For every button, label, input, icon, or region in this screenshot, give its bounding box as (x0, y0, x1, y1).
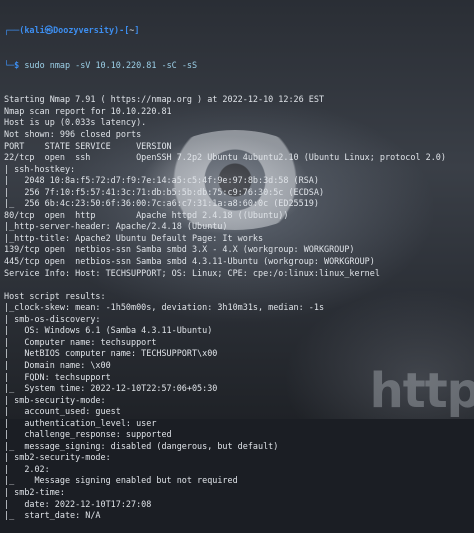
output-line: | FQDN: techsupport (4, 371, 111, 382)
output-line: | OS: Windows 6.1 (Samba 4.3.11-Ubuntu) (4, 325, 213, 336)
output-line: | NetBIOS computer name: TECHSUPPORT\x00 (4, 348, 218, 359)
output-line: |_ Message signing enabled but not requi… (4, 475, 238, 486)
prompt-separator: )-[ (114, 25, 130, 36)
output-line: Not shown: 996 closed ports (4, 129, 142, 140)
output-line: | 2048 10:8a:f5:72:d7:f9:7e:14:a5:c5:4f:… (4, 175, 319, 186)
output-line: |_ message_signing: disabled (dangerous,… (4, 440, 279, 451)
output-line: 445/tcp open netbios-ssn Samba smbd 4.3.… (4, 256, 375, 267)
output-line: | smb2-security-mode: (4, 452, 111, 463)
terminal-output: Starting Nmap 7.91 ( https://nmap.org ) … (4, 94, 474, 521)
output-line: 22/tcp open ssh OpenSSH 7.2p2 Ubuntu 4ub… (4, 152, 446, 163)
output-line: PORT STATE SERVICE VERSION (4, 140, 172, 151)
output-line: |_ start_date: N/A (4, 510, 101, 521)
prompt-line-1: ┌──(kali㉿Doozyversity)-[~] (4, 25, 474, 37)
prompt-user-host: kali㉿Doozyversity (24, 25, 115, 36)
output-line: | Computer name: techsupport (4, 336, 157, 347)
output-line: |_ System time: 2022-12-10T22:57:06+05:3… (4, 383, 218, 394)
output-line: | 2.02: (4, 463, 50, 474)
output-line: 139/tcp open netbios-ssn Samba smbd 3.X … (4, 244, 355, 255)
output-line: | challenge_response: supported (4, 429, 172, 440)
output-line: | 256 7f:10:f5:57:41:3c:71:db:b5:5b:db:7… (4, 186, 325, 197)
terminal-window[interactable]: ┌──(kali㉿Doozyversity)-[~] └─$ sudo nmap… (4, 2, 474, 520)
output-line: | account_used: guest (4, 406, 121, 417)
output-line: Nmap scan report for 10.10.220.81 (4, 105, 172, 116)
prompt-corner: ┌──( (4, 25, 25, 36)
output-line: | authentication_level: user (4, 417, 157, 428)
output-line: |_clock-skew: mean: -1h50m00s, deviation… (4, 302, 325, 313)
prompt-bracket-end: ] (134, 25, 140, 36)
output-line: |_http-title: Apache2 Ubuntu Default Pag… (4, 232, 264, 243)
output-line: | ssh-hostkey: (4, 163, 76, 174)
prompt-arrow: └─$ (4, 59, 20, 70)
prompt-line-2: └─$ sudo nmap -sV 10.10.220.81 -sC -sS (4, 60, 474, 72)
output-line: | smb-os-discovery: (4, 313, 101, 324)
output-line: Host is up (0.033s latency). (4, 117, 147, 128)
output-line: |_http-server-header: Apache/2.4.18 (Ubu… (4, 221, 228, 232)
output-line: Starting Nmap 7.91 ( https://nmap.org ) … (4, 94, 325, 105)
output-line: | smb-security-mode: (4, 394, 106, 405)
output-line: |_ 256 6b:4c:23:50:6f:36:00:7c:a6:c7:31:… (4, 198, 319, 209)
output-line: Service Info: Host: TECHSUPPORT; OS: Lin… (4, 267, 380, 278)
output-line: | date: 2022-12-10T17:27:08 (4, 498, 152, 509)
output-line: Host script results: (4, 290, 106, 301)
command-text: sudo nmap -sV 10.10.220.81 -sC -sS (24, 59, 198, 70)
output-line: | Domain name: \x00 (4, 359, 111, 370)
output-line: | smb2-time: (4, 486, 65, 497)
output-line: 80/tcp open http Apache httpd 2.4.18 ((U… (4, 209, 289, 220)
